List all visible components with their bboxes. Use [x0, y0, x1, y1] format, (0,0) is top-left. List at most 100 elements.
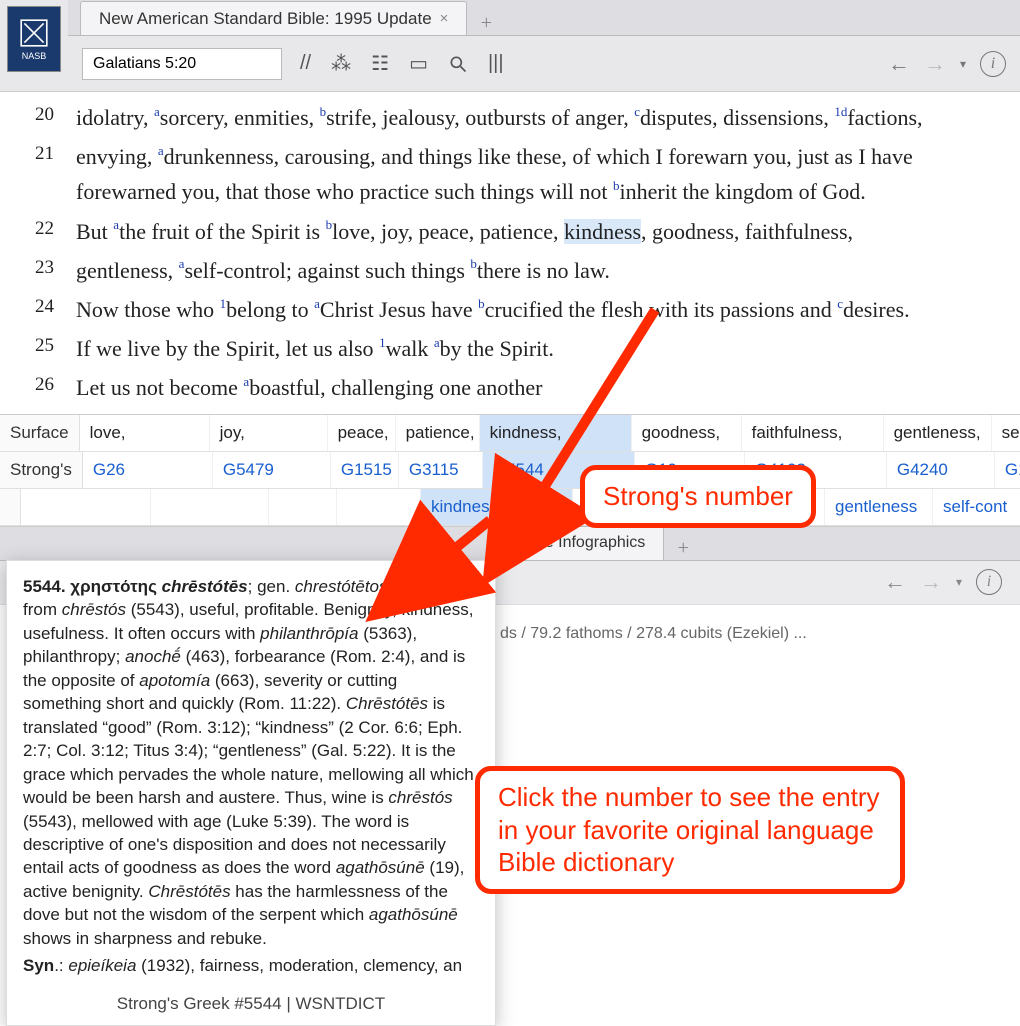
- sense-link[interactable]: [269, 489, 337, 525]
- search-icon[interactable]: [448, 51, 468, 76]
- footnote-marker[interactable]: b: [613, 178, 620, 193]
- verse-number: 24: [0, 292, 76, 327]
- callout-strongs-number: Strong's number: [580, 465, 816, 528]
- highlighted-word[interactable]: kindness: [564, 219, 641, 244]
- footnote-marker[interactable]: a: [314, 296, 320, 311]
- verse-text[interactable]: If we live by the Spirit, let us also 1w…: [76, 331, 998, 366]
- reference-input[interactable]: [82, 48, 282, 80]
- sense-link[interactable]: [151, 489, 269, 525]
- info-icon[interactable]: i: [980, 51, 1006, 77]
- verse-number: 22: [0, 214, 76, 249]
- surface-word: peace,: [328, 415, 396, 451]
- footnote-marker[interactable]: b: [320, 104, 327, 119]
- toolbar: // ⁂ ☷ ▭ ||| ← → ▾ i: [68, 36, 1020, 91]
- verse-text[interactable]: Now those who 1belong to aChrist Jesus h…: [76, 292, 998, 327]
- sense-link[interactable]: [337, 489, 421, 525]
- parallel-icon[interactable]: //: [300, 51, 311, 76]
- grid-label: [0, 489, 21, 525]
- surface-word: kindness,: [480, 415, 632, 451]
- popup-footer: Strong's Greek #5544 | WSNTDICT: [23, 986, 479, 1015]
- lower-back-icon[interactable]: ←: [884, 569, 906, 595]
- history-dropdown-icon[interactable]: ▾: [960, 57, 966, 71]
- sense-link[interactable]: kindness (quality): [421, 489, 573, 525]
- sense-link[interactable]: [21, 489, 151, 525]
- sense-link[interactable]: self-cont: [933, 489, 1020, 525]
- nasb-label: NASB: [22, 51, 47, 61]
- footnote-marker[interactable]: 1d: [834, 104, 847, 119]
- forward-icon[interactable]: →: [924, 51, 946, 77]
- footnote-marker[interactable]: b: [326, 217, 333, 232]
- columns-icon[interactable]: |||: [488, 51, 504, 76]
- surface-word: love,: [80, 415, 210, 451]
- entry-greek: χρηστότης: [70, 577, 157, 596]
- verse-number: 26: [0, 370, 76, 405]
- strongs-number-link[interactable]: G1466: [995, 452, 1020, 488]
- verse-number: 25: [0, 331, 76, 366]
- footnote-marker[interactable]: a: [113, 217, 119, 232]
- footnote-marker[interactable]: c: [634, 104, 640, 119]
- strongs-number-link[interactable]: G3115: [399, 452, 483, 488]
- lower-info-icon[interactable]: i: [976, 569, 1002, 595]
- bible-text-pane: 20idolatry, asorcery, enmities, bstrife,…: [0, 92, 1020, 414]
- popup-synonyms: Syn.: epieíkeia (1932), fairness, modera…: [23, 954, 479, 977]
- tab-nasb[interactable]: New American Standard Bible: 1995 Update…: [80, 1, 467, 35]
- strongs-number-link[interactable]: G5479: [213, 452, 331, 488]
- footnote-marker[interactable]: 1: [220, 296, 227, 311]
- add-tab-button[interactable]: +: [471, 12, 501, 35]
- verse-text[interactable]: But athe fruit of the Spirit is blove, j…: [76, 214, 998, 249]
- grid-label: Surface: [0, 415, 80, 451]
- verse-text[interactable]: envying, adrunkenness, carousing, and th…: [76, 139, 998, 209]
- strongs-number-link[interactable]: G1515: [331, 452, 399, 488]
- verse-row: 22But athe fruit of the Spirit is blove,…: [0, 214, 998, 249]
- tab-infographics[interactable]: ware Infographics: [500, 526, 664, 560]
- nasb-badge[interactable]: NASB: [7, 6, 61, 72]
- lower-add-tab[interactable]: +: [668, 537, 698, 560]
- tab-title: New American Standard Bible: 1995 Update: [99, 9, 432, 29]
- footnote-marker[interactable]: c: [837, 296, 843, 311]
- dots-icon[interactable]: ⁂: [331, 51, 351, 76]
- dictionary-popup: 5544. χρηστότης chrēstótēs; gen. chrestó…: [6, 560, 496, 1026]
- surface-word: joy,: [210, 415, 328, 451]
- surface-word: gentleness,: [884, 415, 992, 451]
- verse-number: 20: [0, 100, 76, 135]
- lower-forward-icon[interactable]: →: [920, 569, 942, 595]
- interlinear-grid: Surfacelove,joy,peace,patience,kindness,…: [0, 414, 1020, 526]
- verse-row: 24Now those who 1belong to aChrist Jesus…: [0, 292, 998, 327]
- close-icon[interactable]: ×: [440, 10, 449, 27]
- callout-click-instruction: Click the number to see the entry in you…: [475, 766, 905, 894]
- verse-text[interactable]: gentleness, aself-control; against such …: [76, 253, 998, 288]
- window-chrome: NASB New American Standard Bible: 1995 U…: [0, 0, 1020, 92]
- footnote-marker[interactable]: 1: [379, 335, 386, 350]
- surface-word: faithfulness,: [742, 415, 884, 451]
- verse-number: 23: [0, 253, 76, 288]
- popup-body: 5544. χρηστότης chrēstótēs; gen. chrestó…: [23, 575, 479, 950]
- lower-history-dropdown-icon[interactable]: ▾: [956, 575, 962, 589]
- grid-row-sense: kindness (quality)goodnessfaithfulnessge…: [0, 489, 1020, 526]
- footnote-marker[interactable]: a: [154, 104, 160, 119]
- verse-row: 21envying, adrunkenness, carousing, and …: [0, 139, 998, 209]
- footnote-marker[interactable]: a: [243, 374, 249, 389]
- reading-icon[interactable]: ▭: [409, 51, 428, 76]
- tab-strip: New American Standard Bible: 1995 Update…: [68, 0, 1020, 36]
- strongs-number-link[interactable]: G26: [83, 452, 213, 488]
- sense-link[interactable]: gentleness: [825, 489, 933, 525]
- strongs-number-link[interactable]: G4240: [887, 452, 995, 488]
- verse-row: 20idolatry, asorcery, enmities, bstrife,…: [0, 100, 998, 135]
- app-badge: NASB: [0, 0, 68, 91]
- footnote-marker[interactable]: a: [434, 335, 440, 350]
- surface-word: self-cont: [992, 415, 1020, 451]
- entry-number: 5544.: [23, 577, 66, 596]
- grid-label: Strong's: [0, 452, 83, 488]
- verse-row: 26Let us not become aboastful, challengi…: [0, 370, 998, 405]
- footnote-marker[interactable]: b: [478, 296, 485, 311]
- footnote-marker[interactable]: a: [158, 143, 164, 158]
- surface-word: goodness,: [632, 415, 742, 451]
- grid-row-surface: Surfacelove,joy,peace,patience,kindness,…: [0, 415, 1020, 452]
- back-icon[interactable]: ←: [888, 51, 910, 77]
- footnote-marker[interactable]: a: [179, 256, 185, 271]
- verse-text[interactable]: idolatry, asorcery, enmities, bstrife, j…: [76, 100, 998, 135]
- list-icon[interactable]: ☷: [371, 51, 389, 76]
- footnote-marker[interactable]: b: [470, 256, 477, 271]
- nasb-icon: [18, 17, 50, 49]
- verse-text[interactable]: Let us not become aboastful, challenging…: [76, 370, 998, 405]
